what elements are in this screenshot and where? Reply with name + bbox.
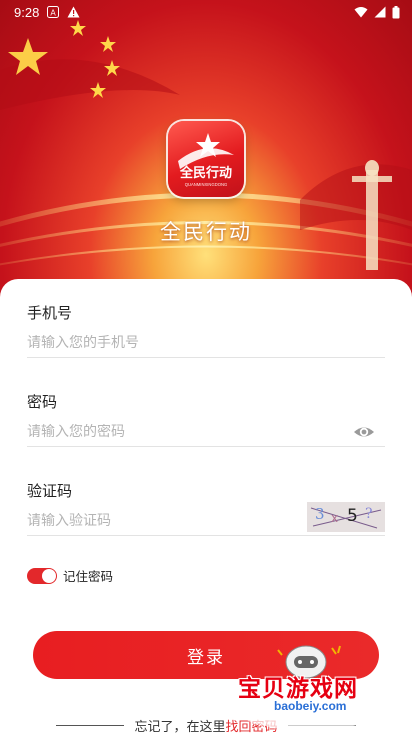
phone-field: 手机号 [27, 302, 385, 358]
captcha-graphic: 3 x 5 ? [310, 505, 382, 529]
watermark: 宝贝游戏网 baobeiy.com [234, 640, 384, 734]
watermark-text: 宝贝游戏网 [238, 676, 358, 702]
phone-label: 手机号 [27, 304, 73, 322]
password-label: 密码 [27, 393, 58, 411]
svg-text:x: x [331, 511, 338, 525]
captcha-image[interactable]: 3 x 5 ? [307, 502, 385, 532]
hero-banner: 全民行动 QUANMINXINGDONG 全民行动 [0, 0, 412, 300]
wifi-icon [354, 6, 368, 18]
password-input[interactable] [27, 423, 385, 440]
svg-text:?: ? [365, 506, 373, 522]
phone-input[interactable] [27, 334, 385, 351]
svg-text:A: A [51, 9, 57, 18]
svg-text:3: 3 [315, 505, 325, 523]
remember-password: 记住密码 [27, 566, 113, 585]
battery-icon [392, 5, 400, 19]
app-logo: 全民行动 QUANMINXINGDONG [168, 121, 244, 197]
password-field: 密码 [27, 391, 385, 447]
captcha-field: 验证码 3 x 5 ? [27, 480, 385, 536]
notification-a-icon: A [47, 6, 60, 18]
watermark-url: baobeiy.com [274, 699, 347, 713]
remember-toggle[interactable] [27, 567, 57, 584]
status-time: 9:28 [14, 4, 40, 20]
divider-left [56, 724, 125, 726]
captcha-input[interactable] [27, 512, 297, 529]
signal-icon [374, 6, 386, 18]
logo-text: 全民行动 [179, 165, 232, 181]
eye-icon[interactable] [353, 421, 375, 443]
logo-subtext: QUANMINXINGDONG [185, 182, 228, 187]
app-title: 全民行动 [160, 220, 252, 244]
captcha-label: 验证码 [27, 482, 73, 500]
star-flag-icon: 全民行动 QUANMINXINGDONG [178, 133, 234, 187]
svg-text:5: 5 [347, 506, 358, 526]
forgot-prefix: 忘记了，在这里 [134, 719, 226, 734]
remember-label: 记住密码 [63, 569, 114, 584]
warning-icon [67, 6, 80, 18]
status-bar: 9:28 A [0, 0, 412, 24]
